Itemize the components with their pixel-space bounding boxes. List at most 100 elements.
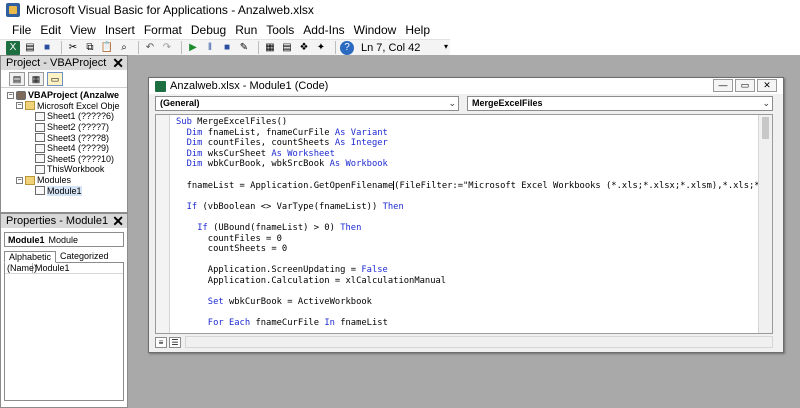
menu-help[interactable]: Help (405, 23, 430, 37)
scrollbar-thumb[interactable] (762, 117, 769, 139)
menu-debug[interactable]: Debug (191, 23, 226, 37)
tree-node-excel-objects[interactable]: − Microsoft Excel Obje (1, 101, 127, 112)
horizontal-scrollbar[interactable] (185, 336, 773, 348)
toolbox-icon[interactable]: ✦ (314, 41, 328, 55)
close-icon[interactable]: ✕ (757, 79, 777, 92)
procedure-view-icon[interactable]: ≡ (155, 336, 167, 348)
property-name: (Name) (7, 263, 38, 273)
tree-node-sheet2[interactable]: Sheet2 (????7) (1, 122, 127, 133)
code-line[interactable]: Sub MergeExcelFiles() (176, 117, 758, 128)
full-module-view-icon[interactable]: ☰ (169, 336, 181, 348)
code-line[interactable] (176, 191, 758, 202)
tab-categorized[interactable]: Categorized (56, 251, 113, 262)
code-line[interactable]: fnameList = Application.GetOpenFilename(… (176, 180, 758, 192)
chevron-down-icon[interactable]: ⌄ (762, 97, 770, 110)
close-icon[interactable]: ✕ (112, 55, 124, 72)
code-line[interactable] (176, 212, 758, 223)
code-line[interactable]: For Each fnameCurFile In fnameList (176, 318, 758, 329)
code-line[interactable]: Set wbkCurBook = ActiveWorkbook (176, 297, 758, 308)
redo-icon[interactable]: ↷ (160, 41, 174, 55)
menu-format[interactable]: Format (144, 23, 182, 37)
code-lines[interactable]: Sub MergeExcelFiles() Dim fnameList, fna… (176, 117, 758, 329)
design-mode-icon[interactable]: ✎ (237, 41, 251, 55)
close-icon[interactable]: ✕ (112, 213, 124, 230)
code-line[interactable]: Dim countFiles, countSheets As Integer (176, 138, 758, 149)
toolbar-separator (258, 41, 259, 54)
code-line[interactable]: Dim wbkCurBook, wbkSrcBook As Workbook (176, 159, 758, 170)
minimize-icon[interactable]: — (713, 79, 733, 92)
tree-node-sheet4[interactable]: Sheet4 (????9) (1, 143, 127, 154)
view-code-icon[interactable]: ▤ (9, 71, 25, 86)
code-line[interactable] (176, 287, 758, 298)
tab-alphabetic[interactable]: Alphabetic (4, 251, 57, 263)
menu-tools[interactable]: Tools (266, 23, 294, 37)
properties-window-icon[interactable]: ▤ (280, 41, 294, 55)
properties-grid: (Name) Module1 (4, 263, 124, 401)
code-line[interactable] (176, 308, 758, 319)
code-line[interactable]: Dim fnameList, fnameCurFile As Variant (176, 128, 758, 139)
tree-node-sheet3[interactable]: Sheet3 (????8) (1, 132, 127, 143)
insert-module-icon[interactable]: ▤ (23, 41, 37, 55)
object-select[interactable]: Module1 Module (4, 232, 124, 247)
menu-file[interactable]: File (12, 23, 31, 37)
code-editor[interactable]: Sub MergeExcelFiles() Dim fnameList, fna… (155, 114, 773, 334)
title-bar: Microsoft Visual Basic for Applications … (0, 0, 800, 20)
tree-label: ThisWorkbook (47, 164, 105, 175)
property-value[interactable]: Module1 (33, 263, 70, 273)
tree-node-modules[interactable]: − Modules (1, 175, 127, 186)
toolbar-options-icon[interactable]: ▾ (444, 42, 448, 51)
reset-icon[interactable]: ■ (220, 41, 234, 55)
properties-panel: Properties - Module1 ✕ Module1 Module Al… (0, 213, 128, 408)
code-line[interactable]: countFiles = 0 (176, 234, 758, 245)
toggle-folders-icon[interactable]: ▭ (47, 71, 63, 86)
chevron-down-icon[interactable]: ⌄ (448, 97, 456, 110)
property-row[interactable]: (Name) Module1 (5, 263, 123, 274)
tree-label: Modules (37, 175, 72, 186)
tree-node-sheet1[interactable]: Sheet1 (?????6) (1, 111, 127, 122)
object-combo[interactable]: (General) ⌄ (155, 96, 459, 111)
copy-icon[interactable]: ⧉ (83, 41, 97, 55)
menu-window[interactable]: Window (354, 23, 397, 37)
module-icon (35, 186, 45, 196)
collapse-icon[interactable]: − (16, 102, 23, 110)
code-line[interactable] (176, 170, 758, 181)
code-line[interactable]: If (UBound(fnameList) > 0) Then (176, 223, 758, 234)
undo-icon[interactable]: ↶ (143, 41, 157, 55)
cut-icon[interactable]: ✂ (66, 41, 80, 55)
tree-node-vbaproject[interactable]: − VBAProject (Anzalwe (1, 90, 127, 101)
object-browser-icon[interactable]: ❖ (297, 41, 311, 55)
code-line[interactable]: countSheets = 0 (176, 244, 758, 255)
paste-icon[interactable]: 📋 (100, 41, 114, 55)
toolbar-separator (138, 41, 139, 54)
project-explorer-titlebar: Project - VBAProject ✕ (1, 55, 127, 72)
tree-node-sheet5[interactable]: Sheet5 (????10) (1, 154, 127, 165)
menu-view[interactable]: View (70, 23, 96, 37)
vertical-scrollbar[interactable] (758, 115, 772, 333)
menu-edit[interactable]: Edit (40, 23, 61, 37)
collapse-icon[interactable]: − (7, 91, 14, 99)
procedure-combo[interactable]: MergeExcelFiles ⌄ (467, 96, 773, 111)
code-line[interactable] (176, 255, 758, 266)
collapse-icon[interactable]: − (16, 176, 23, 184)
save-icon[interactable]: ■ (40, 41, 54, 55)
code-line[interactable]: Application.ScreenUpdating = False (176, 265, 758, 276)
tree-node-thisworkbook[interactable]: ThisWorkbook (1, 164, 127, 175)
code-margin[interactable] (156, 115, 170, 333)
menu-bar: File Edit View Insert Format Debug Run T… (0, 20, 800, 39)
code-line[interactable]: If (vbBoolean <> VarType(fnameList)) The… (176, 202, 758, 213)
project-explorer-icon[interactable]: ▦ (263, 41, 277, 55)
tree-node-module1[interactable]: Module1 (1, 185, 127, 196)
view-excel-icon[interactable]: X (6, 40, 20, 55)
menu-insert[interactable]: Insert (105, 23, 135, 37)
find-icon[interactable]: ⌕ (117, 41, 131, 55)
menu-add-ins[interactable]: Add-Ins (303, 23, 344, 37)
restore-icon[interactable]: ▭ (735, 79, 755, 92)
tree-label: Sheet5 (????10) (47, 153, 115, 164)
help-icon[interactable]: ? (340, 40, 354, 55)
view-object-icon[interactable]: ▦ (28, 71, 44, 86)
break-icon[interactable]: ‖ (203, 41, 217, 55)
menu-run[interactable]: Run (235, 23, 257, 37)
run-icon[interactable]: ▶ (186, 41, 200, 55)
code-line[interactable]: Dim wksCurSheet As Worksheet (176, 149, 758, 160)
code-line[interactable]: Application.Calculation = xlCalculationM… (176, 276, 758, 287)
